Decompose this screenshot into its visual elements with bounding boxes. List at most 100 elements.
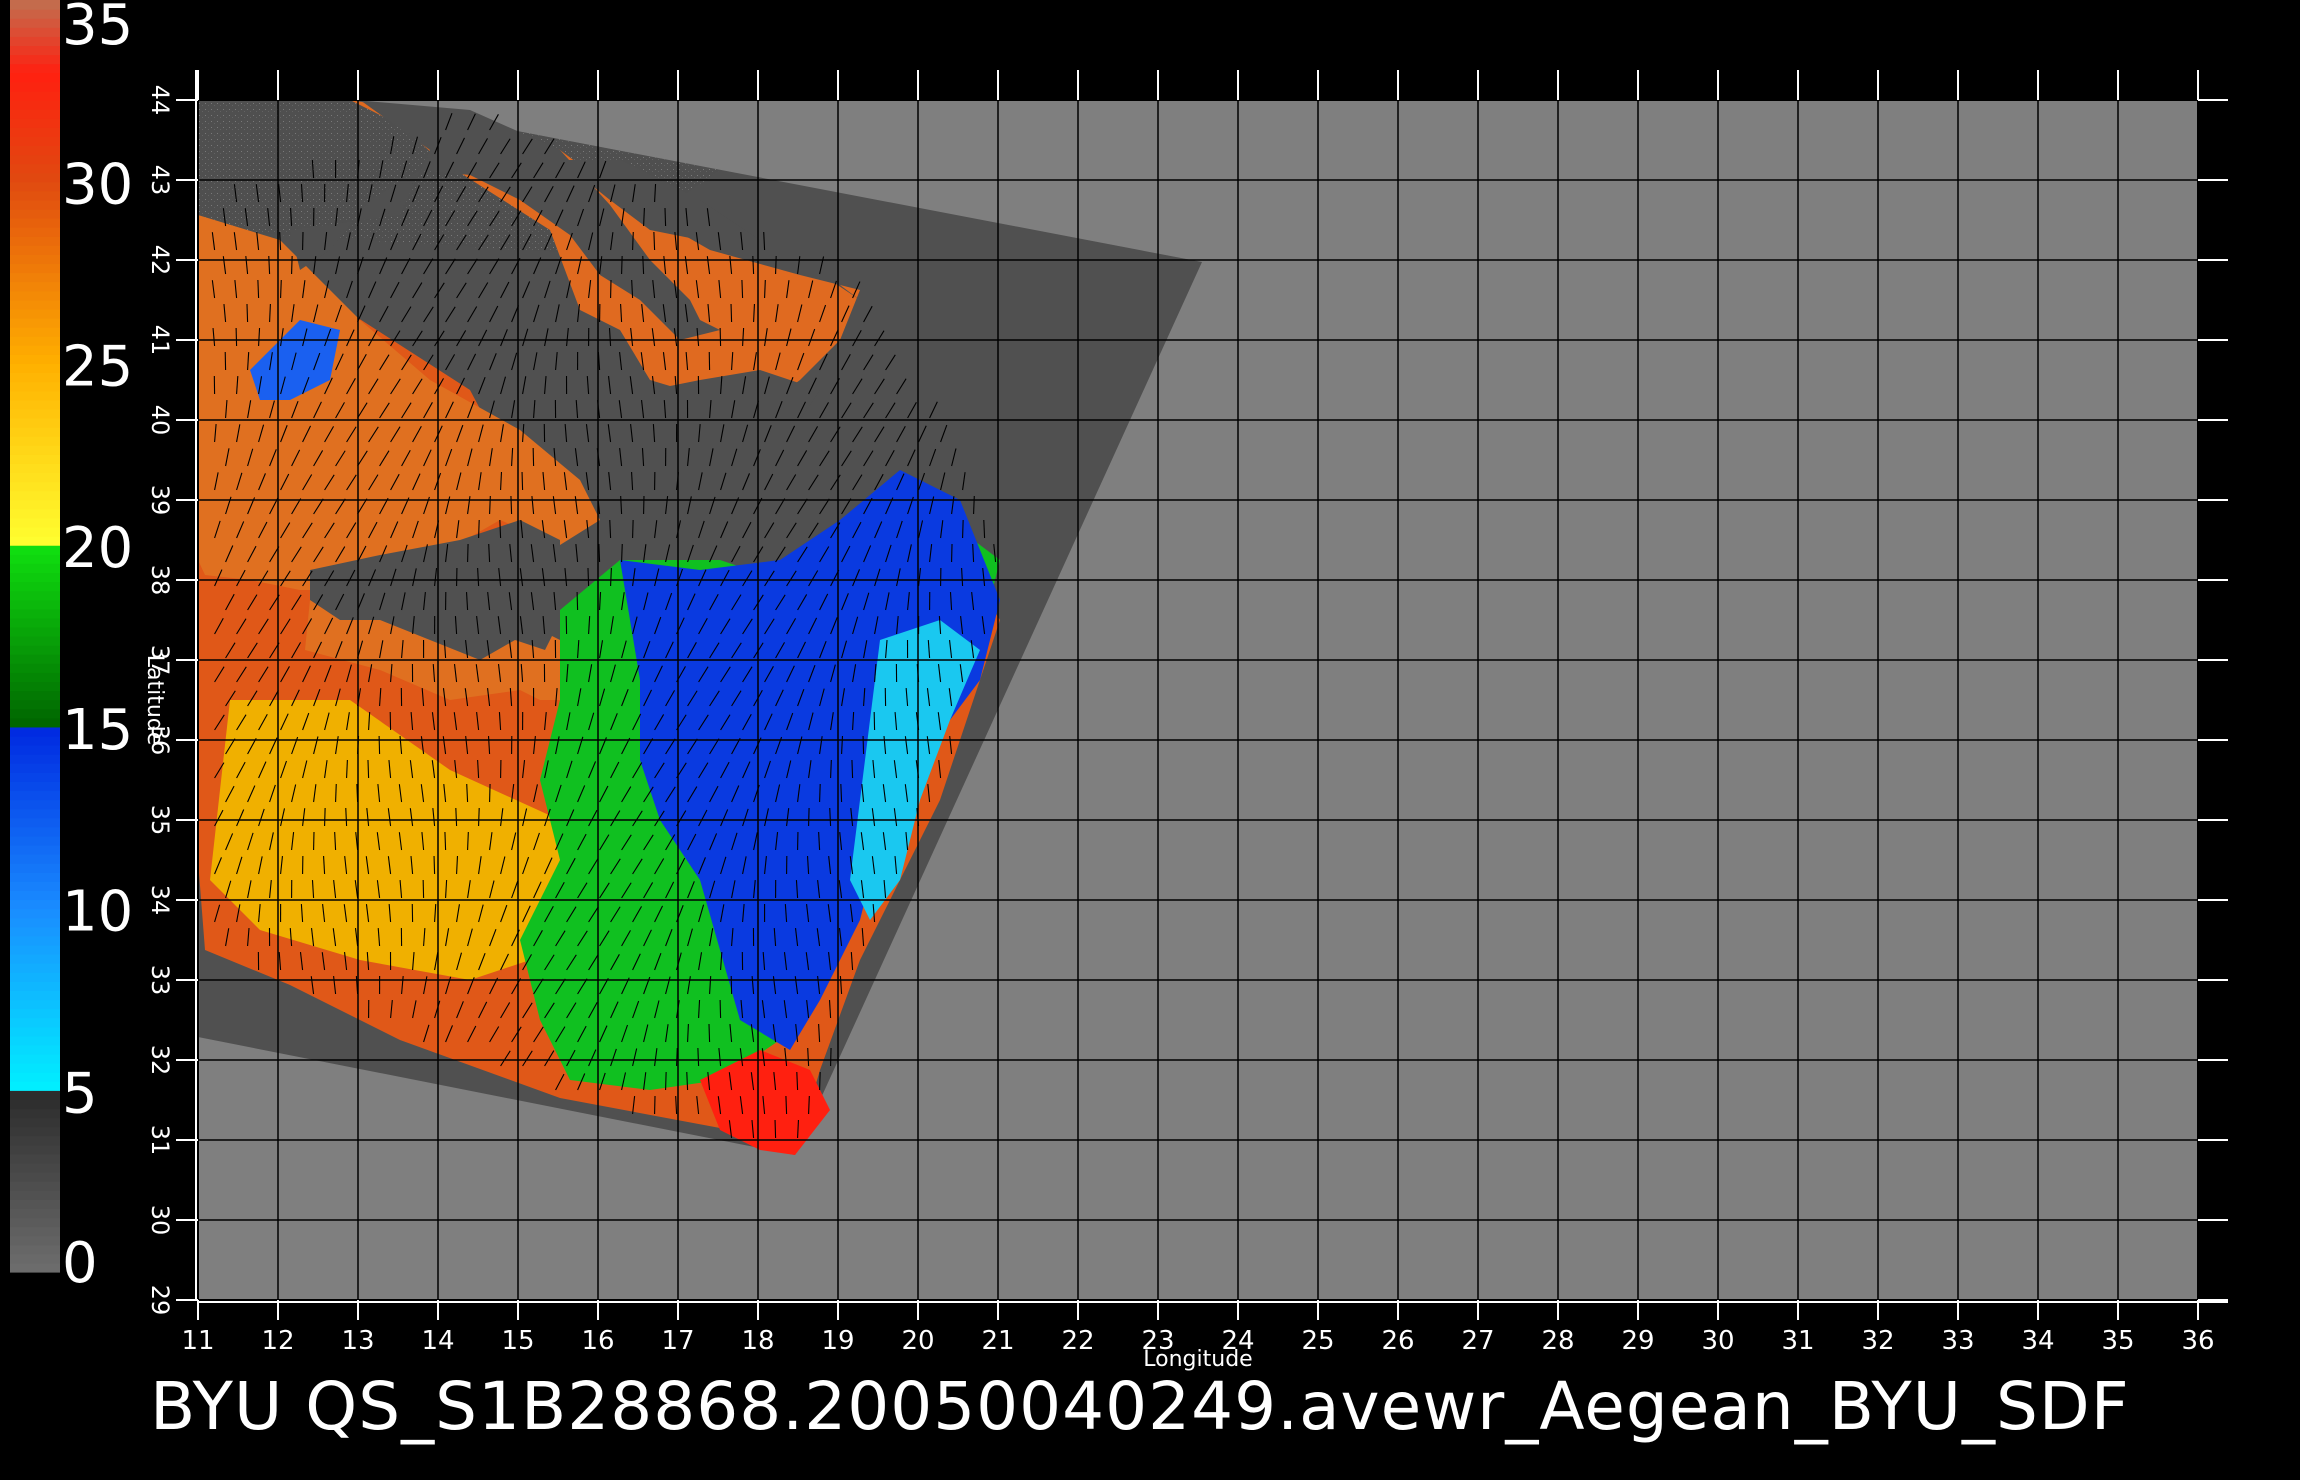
lon-tick-label: 16 <box>581 1326 614 1356</box>
wind-vector <box>741 279 744 299</box>
color-scale-segment <box>10 563 60 573</box>
color-scale-segment <box>10 245 60 255</box>
lon-tick-label: 32 <box>1861 1326 1894 1356</box>
color-scale-segment <box>10 799 60 810</box>
wind-vector <box>335 783 337 803</box>
color-scale-segment <box>10 672 60 683</box>
wind-vector <box>697 1047 700 1067</box>
color-scale-segment <box>10 227 60 237</box>
wind-vector <box>796 1071 799 1091</box>
color-scale-labels: 35 30 25 20 15 10 5 0 <box>62 0 133 1296</box>
color-scale-segment <box>10 508 60 519</box>
color-scale-segment <box>10 1208 60 1219</box>
color-scale-segment <box>10 136 60 146</box>
wind-vector <box>665 1071 667 1091</box>
color-scale-segment <box>10 72 60 83</box>
color-scale-segment <box>10 417 60 428</box>
wind-vector <box>598 543 601 563</box>
color-scale-segment <box>10 808 60 819</box>
color-scale-segment <box>10 835 60 846</box>
color-scale-segment <box>10 726 60 737</box>
lat-tick-label: 42 <box>146 245 174 276</box>
color-scale-segment <box>10 708 60 719</box>
color-scale-segment <box>10 617 60 628</box>
color-scale-segment <box>10 881 60 891</box>
color-scale-segment <box>10 844 60 855</box>
color-scale-label: 20 <box>62 516 133 581</box>
color-scale-segment <box>10 499 60 510</box>
wind-vector <box>676 1047 678 1067</box>
lon-tick-label: 31 <box>1781 1326 1814 1356</box>
lon-tick-label: 18 <box>741 1326 774 1356</box>
lon-tick-label: 34 <box>2021 1326 2054 1356</box>
lat-tick-label: 38 <box>146 565 174 596</box>
color-scale-segment <box>10 9 60 19</box>
color-scale-segment <box>10 336 60 346</box>
color-scale-segment <box>10 472 60 483</box>
color-scale-segment <box>10 436 60 446</box>
color-scale-segment <box>10 381 60 392</box>
color-scale-segment <box>10 81 60 92</box>
color-scale-segment <box>10 872 60 882</box>
color-scale-segment <box>10 517 60 528</box>
color-scale-segment <box>10 1244 60 1255</box>
wind-vector <box>455 807 458 827</box>
wind-vector <box>467 831 469 851</box>
color-scale-segment <box>10 27 60 37</box>
lat-tick-label: 44 <box>146 85 174 116</box>
wind-vector <box>433 855 436 875</box>
color-scale-segment <box>10 1053 60 1064</box>
color-scale-segment <box>10 1117 60 1128</box>
color-scale-segment <box>10 272 60 283</box>
lon-tick-label: 13 <box>341 1326 374 1356</box>
color-scale-label: 25 <box>62 334 133 399</box>
color-scale-label: 0 <box>62 1231 98 1296</box>
color-scale-segment <box>10 199 60 210</box>
color-scale-segment <box>10 218 60 228</box>
color-scale-segment <box>10 545 60 555</box>
color-scale-segment <box>10 699 60 710</box>
color-scale-segment <box>10 290 60 301</box>
color-scale-segment <box>10 1153 60 1164</box>
color-scale-segment <box>10 18 60 28</box>
color-scale-segment <box>10 190 60 201</box>
wind-vector <box>752 255 755 275</box>
color-scale-label: 30 <box>62 153 133 218</box>
wind-vector <box>808 1095 810 1115</box>
color-scale-segment <box>10 1072 60 1082</box>
wind-vector <box>632 519 634 539</box>
color-scale-segment <box>10 1217 60 1228</box>
lon-tick-label: 21 <box>981 1326 1014 1356</box>
color-scale-segment <box>10 854 60 864</box>
color-scale-segment <box>10 1026 60 1037</box>
color-scale-segment <box>10 372 60 383</box>
lat-tick-label: 31 <box>146 1125 174 1156</box>
lon-tick-label: 14 <box>421 1326 454 1356</box>
color-scale-segment <box>10 281 60 292</box>
color-scale-segment <box>10 1126 60 1137</box>
wind-vector <box>840 783 843 803</box>
wind-vector <box>510 495 513 515</box>
color-scale-segment <box>10 181 60 192</box>
color-scale-segment <box>10 1008 60 1019</box>
wind-vector <box>257 279 260 299</box>
color-scale-segment <box>10 1253 60 1264</box>
wind-vector <box>774 1119 777 1139</box>
color-scale-segment <box>10 1190 60 1200</box>
color-scale-segment <box>10 490 60 501</box>
wind-vector <box>973 495 975 515</box>
color-scale-segment <box>10 1063 60 1073</box>
wind-vector <box>708 1023 711 1043</box>
lon-tick-label: 25 <box>1301 1326 1334 1356</box>
color-scale-segment <box>10 481 60 492</box>
wind-vector <box>280 279 282 299</box>
color-scale-segment <box>10 208 60 219</box>
color-scale-segment <box>10 454 60 464</box>
wind-vector <box>819 783 821 803</box>
lon-tick-label: 29 <box>1621 1326 1654 1356</box>
color-scale-segment <box>10 363 60 374</box>
figure-title: BYU QS_S1B28868.20050040249.avewr_Aegean… <box>150 1368 2130 1445</box>
lon-tick-label: 19 <box>821 1326 854 1356</box>
color-scale-segment <box>10 163 60 174</box>
color-scale-label: 35 <box>62 0 133 58</box>
